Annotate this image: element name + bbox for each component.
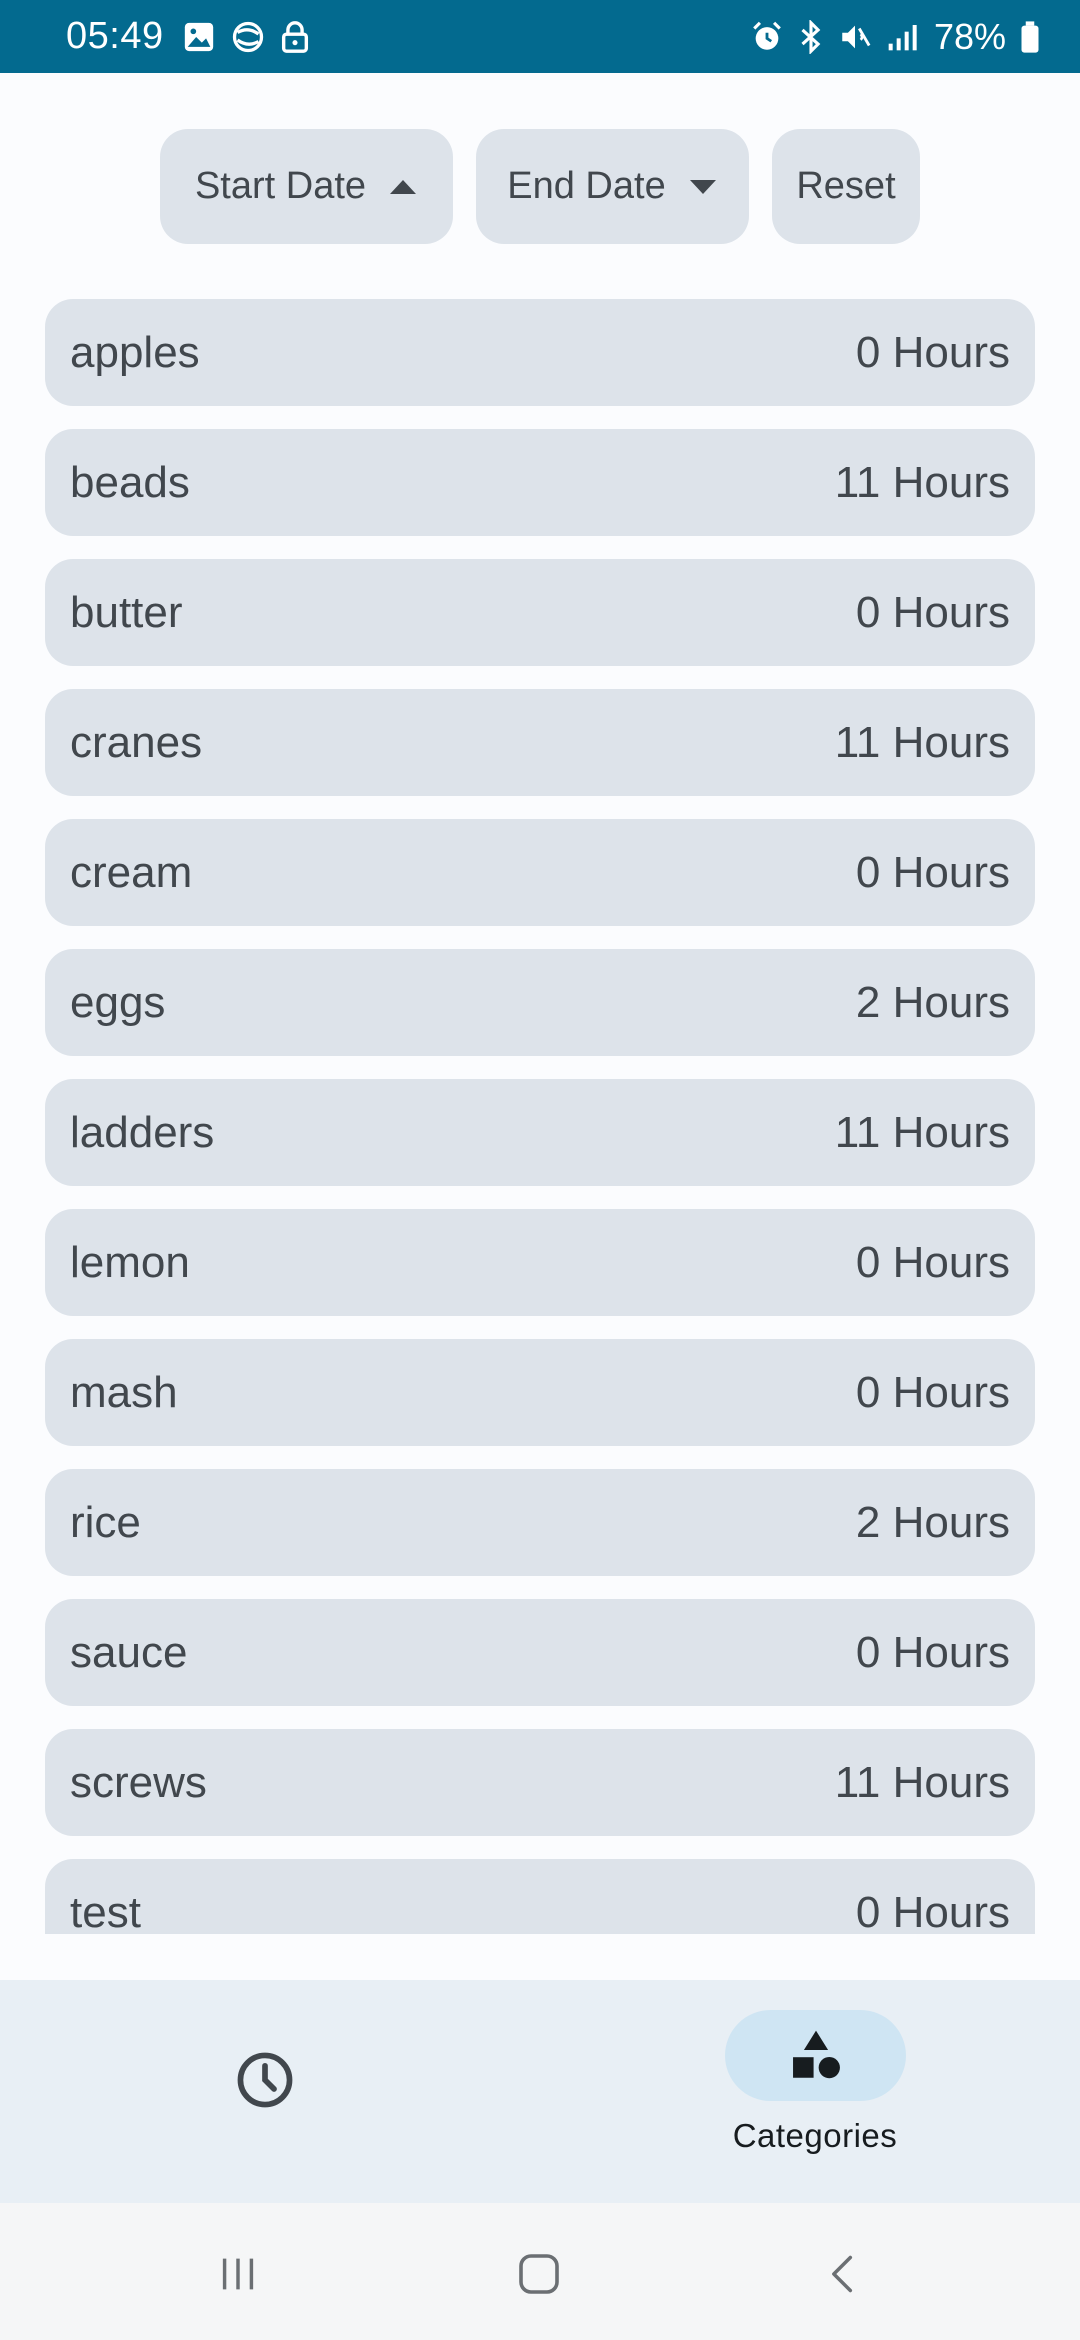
category-row[interactable]: cranes 11 Hours bbox=[45, 689, 1035, 796]
start-date-label: Start Date bbox=[194, 165, 367, 207]
category-name: cream bbox=[70, 847, 193, 897]
bottom-navigation: Categories bbox=[0, 1980, 1080, 2203]
category-name: lemon bbox=[70, 1237, 190, 1287]
category-name: rice bbox=[70, 1497, 141, 1547]
end-date-label: End Date bbox=[507, 165, 666, 207]
category-hours: 0 Hours bbox=[855, 1887, 1010, 1935]
category-name: ladders bbox=[70, 1107, 215, 1157]
nav-categories-label: Categories bbox=[732, 2117, 898, 2154]
category-name: sauce bbox=[70, 1627, 188, 1677]
category-row[interactable]: eggs 2 Hours bbox=[45, 949, 1035, 1056]
category-hours: 11 Hours bbox=[834, 457, 1010, 507]
category-name: eggs bbox=[70, 977, 166, 1027]
category-hours: 0 Hours bbox=[855, 1367, 1010, 1417]
category-row[interactable]: rice 2 Hours bbox=[45, 1469, 1035, 1576]
home-button[interactable] bbox=[504, 2239, 574, 2309]
caret-up-icon bbox=[390, 179, 417, 194]
back-button[interactable] bbox=[808, 2239, 878, 2309]
status-left-icons bbox=[182, 19, 310, 55]
category-list[interactable]: apples 0 Hours beads 11 Hours butter 0 H… bbox=[45, 299, 1035, 1934]
category-hours: 0 Hours bbox=[855, 327, 1010, 377]
alarm-icon bbox=[753, 21, 781, 50]
category-name: mash bbox=[70, 1367, 178, 1417]
battery-percent: 78% bbox=[933, 15, 1006, 57]
status-time: 05:49 bbox=[66, 15, 164, 57]
gallery-icon bbox=[184, 22, 213, 51]
category-name: butter bbox=[70, 587, 183, 637]
category-name: cranes bbox=[70, 717, 203, 767]
recents-button[interactable] bbox=[203, 2239, 273, 2309]
category-row[interactable]: cream 0 Hours bbox=[45, 819, 1035, 926]
category-hours: 2 Hours bbox=[855, 977, 1010, 1027]
sync-icon bbox=[232, 21, 263, 52]
battery-icon bbox=[1021, 20, 1039, 53]
category-row[interactable]: test 0 Hours bbox=[45, 1859, 1035, 1934]
category-name: apples bbox=[70, 327, 200, 377]
start-date-button[interactable]: Start Date bbox=[160, 129, 453, 244]
recents-icon bbox=[222, 2258, 254, 2290]
reset-label: Reset bbox=[796, 165, 896, 207]
category-row[interactable]: apples 0 Hours bbox=[45, 299, 1035, 406]
bluetooth-icon bbox=[801, 19, 821, 54]
nav-categories-button[interactable]: Categories bbox=[690, 2010, 940, 2170]
date-filter-row: Start Date End Date Reset bbox=[0, 129, 1080, 244]
category-hours: 0 Hours bbox=[855, 587, 1010, 637]
status-bar: 05:49 78% bbox=[0, 0, 1080, 73]
category-row[interactable]: beads 11 Hours bbox=[45, 429, 1035, 536]
category-hours: 2 Hours bbox=[855, 1497, 1010, 1547]
category-name: beads bbox=[70, 457, 190, 507]
category-hours: 0 Hours bbox=[855, 1627, 1010, 1677]
category-row[interactable]: screws 11 Hours bbox=[45, 1729, 1035, 1836]
category-row[interactable]: mash 0 Hours bbox=[45, 1339, 1035, 1446]
category-hours: 0 Hours bbox=[855, 847, 1010, 897]
category-name: test bbox=[70, 1887, 141, 1935]
category-row[interactable]: sauce 0 Hours bbox=[45, 1599, 1035, 1706]
category-row[interactable]: ladders 11 Hours bbox=[45, 1079, 1035, 1186]
category-name: screws bbox=[70, 1757, 207, 1807]
back-icon bbox=[832, 2255, 853, 2293]
caret-down-icon bbox=[689, 179, 716, 194]
status-right-icons: 78% bbox=[750, 16, 1040, 58]
category-hours: 0 Hours bbox=[855, 1237, 1010, 1287]
nav-history-button[interactable] bbox=[220, 2035, 310, 2125]
clock-icon bbox=[237, 2052, 293, 2108]
reset-button[interactable]: Reset bbox=[772, 129, 920, 244]
home-icon bbox=[519, 2254, 559, 2294]
system-navigation-bar bbox=[0, 2203, 1080, 2340]
shapes-icon bbox=[792, 2030, 840, 2078]
category-hours: 11 Hours bbox=[834, 717, 1010, 767]
category-hours: 11 Hours bbox=[834, 1107, 1010, 1157]
category-hours: 11 Hours bbox=[834, 1757, 1010, 1807]
end-date-button[interactable]: End Date bbox=[476, 129, 749, 244]
lock-icon bbox=[281, 20, 308, 53]
category-row[interactable]: lemon 0 Hours bbox=[45, 1209, 1035, 1316]
category-row[interactable]: butter 0 Hours bbox=[45, 559, 1035, 666]
nav-active-indicator bbox=[725, 2010, 906, 2101]
mute-icon bbox=[842, 25, 871, 48]
signal-icon bbox=[888, 24, 917, 50]
